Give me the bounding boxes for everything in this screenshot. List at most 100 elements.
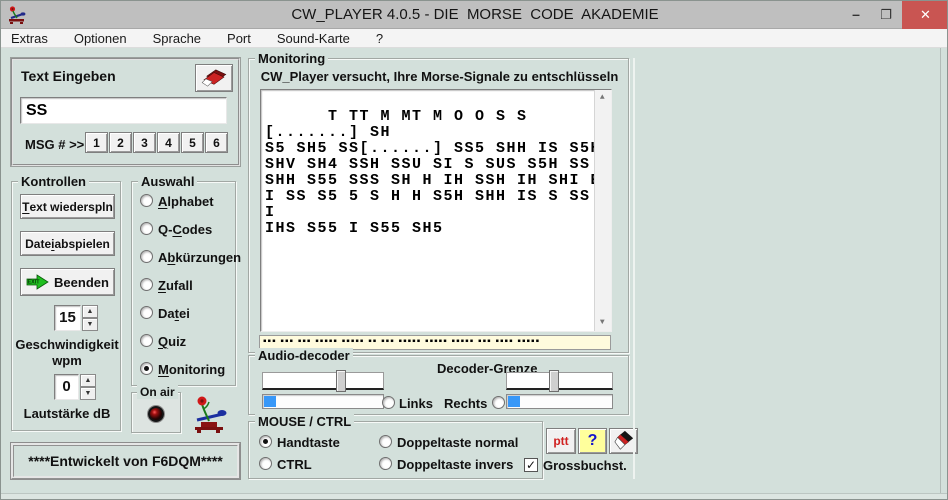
radio-datei-label[interactable]: Datei [158,306,190,321]
right-level-fill [508,396,520,407]
group-kontrollen: Kontrollen Text wiederspln Datei abspiel… [11,181,121,431]
msg-button-1[interactable]: 1 [85,132,108,153]
radio-rechts[interactable] [492,396,505,409]
menu-item-sound-karte[interactable]: Sound-Karte [277,31,350,46]
grossbuchst-label[interactable]: Grossbuchst. [543,458,627,473]
radio-ctrl[interactable] [259,457,272,470]
radio-monitoring[interactable] [140,362,153,375]
eraser-icon [200,68,228,88]
left-level-fill [264,396,276,407]
left-level-meter [262,394,384,409]
pen-icon [613,430,635,452]
app-icon[interactable] [7,5,27,25]
menu-item-optionen[interactable]: Optionen [74,31,127,46]
right-level-meter [506,394,613,409]
speed-stepper: ▲ ▼ [82,305,98,331]
msg-button-6[interactable]: 6 [205,132,228,153]
radio-q-codes[interactable] [140,222,153,235]
radio-monitoring-label[interactable]: Monitoring [158,362,225,377]
kontrollen-caption: Kontrollen [18,174,89,189]
radio-q-codes-label[interactable]: Q-Codes [158,222,212,237]
radio-quiz[interactable] [140,334,153,347]
left-trackbar[interactable] [262,372,384,390]
menu-item-sprache[interactable]: Sprache [153,31,201,46]
speed-spinner[interactable]: 15 [54,305,81,331]
replay-text-button[interactable]: Text wiederspln [20,194,115,219]
radio-alphabet-label[interactable]: Alphabet [158,194,214,209]
morse-key-icon [189,393,229,435]
volume-spinner[interactable]: 0 [54,374,79,400]
mouse-ctrl-caption: MOUSE / CTRL [255,414,354,429]
volume-label: Lautstärke dB [12,406,122,421]
erase-button[interactable] [195,64,233,92]
help-button[interactable]: ? [578,428,607,454]
radio-links[interactable] [382,396,395,409]
scroll-down-button[interactable]: ▼ [595,315,611,331]
radio-doppeltaste-normal-label[interactable]: Doppeltaste normal [397,435,518,450]
bottom-window-edge [1,493,948,500]
scrollbar[interactable]: ▲ ▼ [594,90,611,331]
exit-button[interactable]: EXIT Beenden [20,268,115,296]
exit-button-label: Beenden [54,275,109,290]
menu-item-extras[interactable]: Extras [11,31,48,46]
radio-doppeltaste-normal[interactable] [379,435,392,448]
group-monitoring: Monitoring CW_Player versucht, Ihre Mors… [248,58,629,353]
spinner-down-button[interactable]: ▼ [80,387,96,400]
vertical-divider [633,58,635,479]
scroll-up-button[interactable]: ▲ [595,90,611,106]
decoder-output[interactable]: T TT M MT M O O S S [.......] SH S5 SH5 … [260,89,612,332]
right-trackbar-thumb[interactable] [549,370,559,392]
menu-item-port[interactable]: Port [227,31,251,46]
radio-zufall[interactable] [140,278,153,291]
ptt-button[interactable]: ptt [546,428,576,454]
radio-ctrl-label[interactable]: CTRL [277,457,312,472]
volume-stepper: ▲ ▼ [80,374,96,400]
radio-alphabet[interactable] [140,194,153,207]
group-audio-decoder: Audio-decoder Decoder-Grenze Links Recht… [248,355,629,415]
decoded-text: T TT M MT M O O S S [.......] SH S5 SH5 … [265,108,601,237]
radio-links-label[interactable]: Links [399,396,433,411]
radio-doppeltaste-invers-label[interactable]: Doppeltaste invers [397,457,513,472]
check-icon: ✓ [526,458,536,472]
spinner-up-button[interactable]: ▲ [82,305,98,318]
monitoring-subtitle: CW_Player versucht, Ihre Morse-Signale z… [249,69,630,84]
spinner-down-button[interactable]: ▼ [82,318,98,331]
radio-abkuerzungen[interactable] [140,250,153,263]
msg-button-3[interactable]: 3 [133,132,156,153]
audio-decoder-caption: Audio-decoder [255,348,353,363]
group-mouse-ctrl: MOUSE / CTRL Handtaste CTRL Doppeltaste … [248,421,543,479]
maximize-button[interactable]: ❐ [872,1,900,29]
text-eingeben-title: Text Eingeben [21,68,116,84]
text-input[interactable] [20,97,227,124]
group-on-air: On air [131,392,181,433]
credit-text: ****Entwickelt von F6DQM**** [28,453,223,469]
menubar: Extras Optionen Sprache Port Sound-Karte… [1,29,948,48]
msg-button-4[interactable]: 4 [157,132,180,153]
close-button[interactable]: ✕ [902,1,948,29]
exit-icon: EXIT [26,274,50,290]
msg-button-5[interactable]: 5 [181,132,204,153]
radio-abkuerzungen-label[interactable]: Abkürzungen [158,250,241,265]
group-text-eingeben: Text Eingeben MSG # >> 1 2 3 4 5 6 [11,58,240,166]
radio-doppeltaste-invers[interactable] [379,457,392,470]
on-air-led [148,406,164,422]
right-trackbar[interactable] [506,372,613,390]
radio-datei[interactable] [140,306,153,319]
radio-quiz-label[interactable]: Quiz [158,334,186,349]
left-trackbar-thumb[interactable] [336,370,346,392]
radio-handtaste[interactable] [259,435,272,448]
radio-zufall-label[interactable]: Zufall [158,278,193,293]
svg-text:EXIT: EXIT [28,280,41,286]
radio-handtaste-label[interactable]: Handtaste [277,435,340,450]
menu-item-help[interactable]: ? [376,31,383,46]
msg-button-2[interactable]: 2 [109,132,132,153]
speed-label-2: wpm [12,353,122,368]
app-window: CW_PLAYER 4.0.5 - DIE MORSE CODE AKADEMI… [0,0,948,500]
minimize-button[interactable]: – [842,1,870,29]
spinner-up-button[interactable]: ▲ [80,374,96,387]
group-auswahl: Auswahl Alphabet Q-Codes Abkürzungen Zuf… [131,181,236,386]
play-file-button[interactable]: Datei abspielen [20,231,115,256]
monitoring-caption: Monitoring [255,51,328,66]
grossbuchst-checkbox[interactable]: ✓ [524,458,538,472]
radio-rechts-label[interactable]: Rechts [444,396,487,411]
